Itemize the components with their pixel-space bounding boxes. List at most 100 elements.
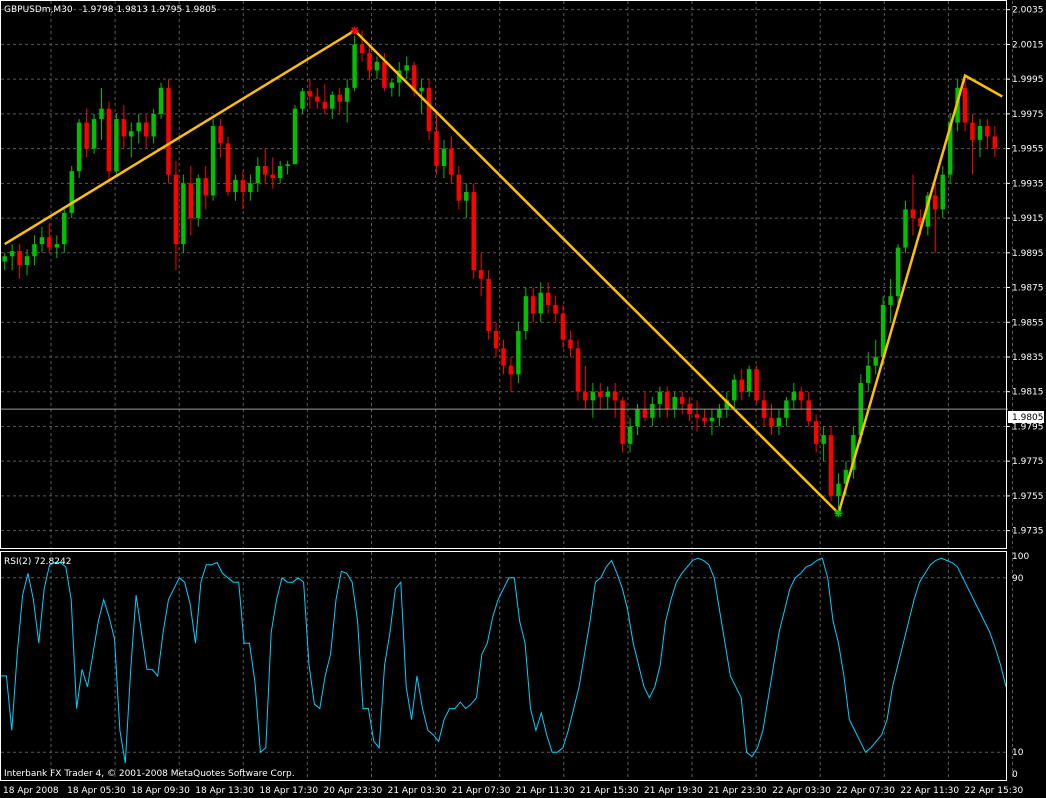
candle-body (17, 251, 22, 265)
symbol-timeframe: GBPUSDm,M30 (4, 5, 73, 15)
candle-body (769, 417, 774, 427)
candle-body (538, 292, 543, 314)
time-tick-label: 18 Apr 17:30 (259, 786, 318, 796)
candle-body (240, 179, 246, 193)
candle-body (970, 122, 975, 140)
candle-body (404, 65, 409, 71)
candle-body (143, 122, 149, 137)
candle-body (203, 178, 208, 196)
time-tick-label: 18 Apr 2008 (3, 786, 59, 796)
candle-body (210, 126, 216, 196)
time-tick-label: 22 Apr 15:30 (965, 786, 1024, 796)
candle-body (746, 369, 752, 392)
candle-body (583, 391, 588, 401)
candle-body (702, 417, 707, 422)
candle-body (642, 409, 648, 418)
price-tick-label: 1.9735 (1012, 527, 1044, 537)
time-tick-label: 18 Apr 09:30 (131, 786, 190, 796)
candle-body (315, 96, 320, 102)
candle-body (300, 91, 305, 109)
candle-body (836, 483, 841, 496)
candle-body (62, 212, 67, 245)
candle-body (129, 131, 134, 137)
candle-body (672, 396, 677, 410)
candle-body (560, 313, 566, 340)
candle-body (158, 87, 164, 114)
candle-body (24, 256, 30, 265)
candle-body (516, 330, 521, 375)
candle-body (352, 44, 357, 88)
candle-body (151, 113, 156, 137)
candle-body (218, 126, 223, 144)
price-tick-label: 2.0015 (1012, 40, 1044, 50)
candle-body (531, 296, 536, 314)
candle-body (426, 87, 432, 132)
price-tick-label: 1.9935 (1012, 179, 1044, 189)
candle-body (263, 165, 268, 175)
candle-body (709, 417, 715, 422)
candle-body (895, 247, 901, 297)
candle-body (188, 183, 194, 219)
candle-body (598, 391, 603, 397)
price-tick-label: 1.9815 (1012, 388, 1044, 398)
candle-body (732, 379, 737, 401)
candle-body (910, 209, 916, 219)
candle-body (330, 94, 335, 109)
candle-body (478, 270, 484, 279)
time-tick-label: 21 Apr 15:30 (580, 786, 639, 796)
candle-body (434, 131, 439, 166)
candle-body (806, 400, 811, 422)
time-tick-label: 21 Apr 23:30 (708, 786, 767, 796)
rsi-tick-label: 10 (1012, 748, 1024, 758)
candle-body (791, 391, 797, 401)
price-tick-label: 1.9915 (1012, 214, 1044, 224)
rsi-tick-label: 0 (1012, 770, 1018, 780)
candle-body (47, 237, 52, 248)
candle-body (553, 304, 558, 314)
candle-body (337, 94, 342, 102)
candle-body (389, 82, 395, 88)
price-tick-label: 1.9835 (1012, 353, 1044, 363)
candle-body (635, 409, 640, 427)
candle-body (888, 296, 893, 305)
candle-body (99, 108, 104, 120)
candle-body (605, 391, 610, 397)
candle-body (627, 426, 633, 444)
chart-background (0, 0, 1046, 798)
rsi-tick-label: 100 (1012, 552, 1029, 562)
candle-body (419, 87, 424, 92)
footer-copyright: Interbank FX Trader 4, © 2001-2008 MetaQ… (4, 769, 295, 779)
zigzag-pivot-marker (350, 26, 359, 35)
candle-body (449, 148, 454, 175)
candle-body (933, 195, 938, 210)
candle-body (69, 171, 74, 213)
candle-body (523, 296, 529, 331)
candle-body (2, 256, 7, 262)
candle-body (977, 126, 983, 140)
ohlc-readout: 1.9798 1.9813 1.9795 1.9805 (82, 5, 217, 15)
rsi-tick-label: 90 (1012, 574, 1024, 584)
candle-body (9, 251, 15, 257)
candle-body (612, 391, 618, 401)
candle-body (828, 435, 834, 496)
candle-body (84, 122, 89, 149)
candle-body (508, 365, 514, 375)
candle-body (992, 136, 998, 149)
candle-body (620, 400, 625, 444)
time-tick-label: 20 Apr 23:30 (324, 786, 383, 796)
candle-body (114, 119, 119, 172)
candle-body (382, 61, 387, 88)
price-tick-label: 1.9755 (1012, 492, 1044, 502)
time-tick-label: 22 Apr 11:30 (900, 786, 959, 796)
price-tick-label: 1.9975 (1012, 110, 1044, 120)
candle-body (866, 365, 871, 384)
candle-body (493, 330, 499, 349)
candle-body (940, 174, 945, 210)
candle-body (464, 192, 469, 201)
time-tick-label: 21 Apr 03:30 (388, 786, 447, 796)
candle-body (873, 356, 878, 366)
price-tick-label: 1.9795 (1012, 422, 1044, 432)
candle-body (121, 119, 127, 137)
candle-body (694, 414, 700, 418)
price-tick-label: 1.9875 (1012, 284, 1044, 294)
